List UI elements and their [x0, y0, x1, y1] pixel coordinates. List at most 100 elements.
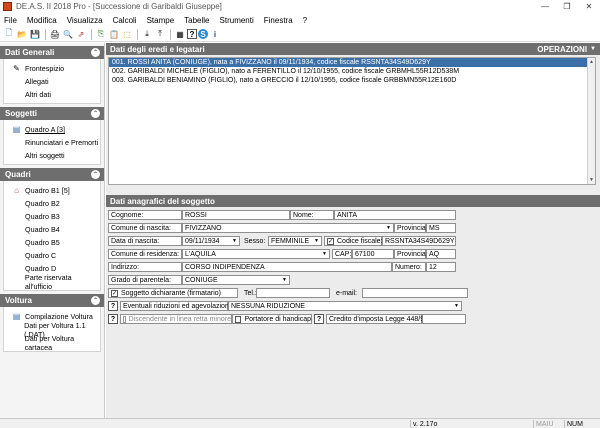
help-credito-button[interactable]: ?: [314, 314, 324, 324]
section-dati-generali-header[interactable]: Dati Generali ⌃: [0, 46, 104, 59]
help-riduzioni-button[interactable]: ?: [108, 301, 118, 311]
sidebar-item-label: Quadro B5: [25, 238, 60, 247]
sidebar-item-voltura-cartacea[interactable]: Dati per Voltura cartacea: [4, 334, 100, 352]
navigation-sidebar: Dati Generali ⌃ ✎ Frontespizio Allegati …: [0, 43, 105, 418]
menu-finestra[interactable]: Finestra: [259, 16, 298, 25]
open-folder-icon[interactable]: 📂: [16, 28, 28, 40]
comune-nascita-value: FIVIZZANO: [185, 224, 222, 232]
new-file-icon[interactable]: 🗋: [3, 28, 15, 40]
sidebar-item-quadro-a[interactable]: ▤ Quadro A [3]: [4, 123, 100, 136]
parentela-dropdown[interactable]: CONIUGE ▼: [182, 275, 290, 285]
chevron-down-icon: ▼: [590, 46, 596, 52]
paste-icon[interactable]: 📋: [108, 28, 120, 40]
operations-menu[interactable]: OPERAZIONI ▼: [537, 45, 600, 54]
sidebar-item-quadro-c[interactable]: Quadro C: [4, 249, 100, 262]
window-controls: — ❐ ✕: [534, 0, 600, 13]
print-preview-icon[interactable]: 🔍: [62, 28, 74, 40]
main-area: Dati degli eredi e legatari OPERAZIONI ▼…: [106, 43, 600, 418]
section-soggetti-header[interactable]: Soggetti ⌃: [0, 107, 104, 120]
dichiarante-checkbox[interactable]: ✓: [111, 289, 118, 297]
menu-visualizza[interactable]: Visualizza: [62, 16, 108, 25]
handicap-checkbox[interactable]: [235, 315, 242, 323]
sidebar-item-parte-riservata[interactable]: Parte riservata all'ufficio: [4, 273, 100, 291]
menu-file[interactable]: File: [0, 16, 22, 25]
handicap-checkbox-row[interactable]: Portatore di handicap: [232, 314, 312, 324]
indirizzo-field[interactable]: CORSO INDIPENDENZA: [182, 262, 392, 272]
scroll-down-icon[interactable]: ▼: [588, 176, 595, 184]
collapse-icon[interactable]: ⌃: [91, 170, 100, 179]
heirs-scrollbar[interactable]: ▲ ▼: [587, 58, 595, 184]
comune-nascita-dropdown[interactable]: FIVIZZANO ▼: [182, 223, 394, 233]
upload-icon[interactable]: ⤒: [154, 28, 166, 40]
sidebar-item-altri-soggetti[interactable]: Altri soggetti: [4, 149, 100, 162]
num-lock-indicator: NUM: [564, 420, 600, 428]
sidebar-item-rinunciatari[interactable]: Rinunciatari e Premorti: [4, 136, 100, 149]
email-field[interactable]: [362, 288, 468, 298]
menu-modifica[interactable]: Modifica: [22, 16, 62, 25]
dichiarante-checkbox-row[interactable]: ✓ Soggetto dichiarante (firmatario): [108, 288, 238, 298]
codice-fiscale-field[interactable]: RSSNTA34S49D629Y: [382, 236, 456, 246]
sidebar-item-quadro-b4[interactable]: Quadro B4: [4, 223, 100, 236]
numero-label: Numero:: [392, 262, 426, 272]
cognome-field[interactable]: ROSSI: [182, 210, 290, 220]
toolbar-separator: [91, 28, 92, 40]
menu-help[interactable]: ?: [298, 16, 312, 25]
menu-calcoli[interactable]: Calcoli: [108, 16, 142, 25]
data-nascita-picker[interactable]: 09/11/1934 ▼: [182, 236, 240, 246]
sidebar-item-allegati[interactable]: Allegati: [4, 75, 100, 88]
minimize-button[interactable]: —: [534, 0, 556, 13]
scroll-up-icon[interactable]: ▲: [588, 58, 595, 66]
sesso-value: FEMMINILE: [271, 237, 310, 245]
comune-residenza-dropdown[interactable]: L'AQUILA ▼: [182, 249, 330, 259]
nome-field[interactable]: ANITA: [334, 210, 456, 220]
credito-label: Credito d'imposta Legge 448/98:: [326, 314, 430, 324]
menu-tabelle[interactable]: Tabelle: [179, 16, 214, 25]
nome-label: Nome:: [290, 210, 334, 220]
codice-fiscale-checkbox[interactable]: ✓: [327, 237, 334, 245]
provincia-nascita-field[interactable]: MS: [426, 223, 456, 233]
skype-icon[interactable]: S: [198, 29, 208, 39]
cap-field[interactable]: 67100: [352, 249, 394, 259]
section-title: Voltura: [5, 296, 32, 305]
collapse-icon[interactable]: ⌃: [91, 296, 100, 305]
export-icon[interactable]: ⇗: [75, 28, 87, 40]
sidebar-item-quadro-b3[interactable]: Quadro B3: [4, 210, 100, 223]
close-button[interactable]: ✕: [578, 0, 600, 13]
sidebar-item-quadro-b2[interactable]: Quadro B2: [4, 197, 100, 210]
riduzioni-dropdown[interactable]: NESSUNA RIDUZIONE ▼: [228, 301, 462, 311]
restore-button[interactable]: ❐: [556, 0, 578, 13]
info-icon[interactable]: i: [209, 28, 221, 40]
credito-field[interactable]: [422, 314, 466, 324]
print-icon[interactable]: 🖨: [49, 28, 61, 40]
collapse-icon[interactable]: ⌃: [91, 48, 100, 57]
section-title: Soggetti: [5, 109, 37, 118]
section-voltura-header[interactable]: Voltura ⌃: [0, 294, 104, 307]
discendente-checkbox-row[interactable]: Discendente in linea retta minore: [120, 314, 232, 324]
menu-strumenti[interactable]: Strumenti: [215, 16, 259, 25]
provincia-residenza-field[interactable]: AQ: [426, 249, 456, 259]
heir-row[interactable]: 003. GARIBALDI BENIAMINO (FIGLIO), nato …: [109, 76, 595, 85]
help-icon[interactable]: ?: [187, 29, 197, 39]
sidebar-item-quadro-b5[interactable]: Quadro B5: [4, 236, 100, 249]
heir-row[interactable]: 002. GARIBALDI MICHELE (FIGLIO), nato a …: [109, 67, 595, 76]
heir-row[interactable]: 001. ROSSI ANITA (CONIUGE), nata a FIVIZ…: [109, 58, 595, 67]
sidebar-item-quadro-b1[interactable]: ⌂ Quadro B1 [5]: [4, 184, 100, 197]
sesso-dropdown[interactable]: FEMMINILE ▼: [268, 236, 322, 246]
section-quadri-header[interactable]: Quadri ⌃: [0, 168, 104, 181]
numero-field[interactable]: 12: [426, 262, 456, 272]
sidebar-item-label: Altri soggetti: [25, 151, 65, 160]
sidebar-item-frontespizio[interactable]: ✎ Frontespizio: [4, 62, 100, 75]
calculator-icon[interactable]: ▦: [174, 28, 186, 40]
help-discendente-button[interactable]: ?: [108, 314, 118, 324]
import-icon[interactable]: ⬚: [121, 28, 133, 40]
download-icon[interactable]: ⤓: [141, 28, 153, 40]
discendente-checkbox[interactable]: [123, 315, 126, 323]
heirs-panel-title: Dati degli eredi e legatari: [110, 44, 205, 54]
tel-field[interactable]: [256, 288, 330, 298]
menu-stampe[interactable]: Stampe: [142, 16, 180, 25]
sidebar-item-altri-dati[interactable]: Altri dati: [4, 88, 100, 101]
save-icon[interactable]: 💾: [29, 28, 41, 40]
copy-icon[interactable]: ⎘: [95, 28, 107, 40]
collapse-icon[interactable]: ⌃: [91, 109, 100, 118]
riduzioni-value: NESSUNA RIDUZIONE: [231, 302, 305, 310]
